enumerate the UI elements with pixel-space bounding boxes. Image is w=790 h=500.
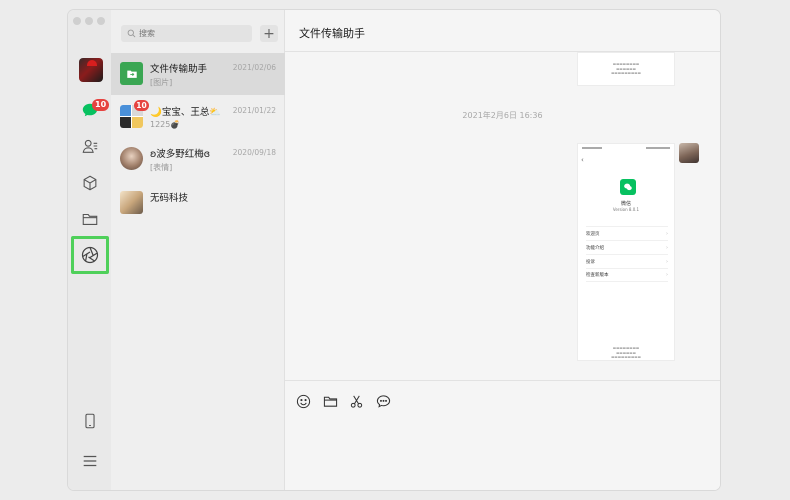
minimize-window-button[interactable] xyxy=(85,17,93,25)
chat-item-contact[interactable]: ʚ波多野红梅ɞ [表情] 2020/09/18 xyxy=(111,138,285,180)
chat-bubble-icon xyxy=(376,394,390,408)
close-window-button[interactable] xyxy=(73,17,81,25)
conversation-title: 文件传输助手 xyxy=(299,27,365,40)
about-menu-item[interactable]: 欢迎页 › xyxy=(586,226,668,240)
emoji-icon xyxy=(296,394,310,408)
chevron-right-icon: › xyxy=(666,258,668,265)
favorites-cube-icon[interactable] xyxy=(79,172,101,194)
emoji-button[interactable] xyxy=(295,393,311,409)
phone-icon[interactable] xyxy=(79,410,101,432)
conversation-pane: 文件传输助手 ▬▬▬▬▬▬▬▬ ▬▬▬▬▬▬ ▬▬▬▬▬▬▬▬▬ 2021年2月… xyxy=(285,10,720,490)
screenshot-button[interactable] xyxy=(348,393,364,409)
chat-preview: [表情] xyxy=(150,163,173,172)
avatar[interactable] xyxy=(79,58,103,82)
image-message-previous[interactable]: ▬▬▬▬▬▬▬▬ ▬▬▬▬▬▬ ▬▬▬▬▬▬▬▬▬ xyxy=(577,52,675,86)
chat-name: ʚ波多野红梅ɞ xyxy=(150,149,211,160)
chat-list-panel: + 文件传输助手 [图片] 2021/02/06 10 🌙宝宝、王总⛅ 1225… xyxy=(111,10,285,490)
chat-date: 2021/01/22 xyxy=(232,106,276,115)
chat-unread-badge: 10 xyxy=(92,99,110,111)
file-transfer-avatar xyxy=(120,62,143,85)
folder-icon[interactable] xyxy=(79,208,101,230)
window-controls xyxy=(73,17,105,25)
add-chat-button[interactable]: + xyxy=(260,25,278,42)
phone-status-bar xyxy=(582,147,670,151)
chat-date: 2021/02/06 xyxy=(232,63,276,72)
wuma-avatar xyxy=(120,191,143,214)
menu-icon[interactable] xyxy=(79,450,101,472)
message-composer xyxy=(285,380,720,490)
image-fine-print: ▬▬▬▬▬▬▬▬▬ xyxy=(611,355,641,359)
maximize-window-button[interactable] xyxy=(97,17,105,25)
chat-name: 文件传输助手 xyxy=(150,64,208,75)
chat-name: 🌙宝宝、王总⛅ xyxy=(150,107,222,118)
wechat-logo-icon xyxy=(620,179,636,195)
scissors-icon xyxy=(350,395,362,408)
image-fine-print: ▬▬▬▬▬▬▬▬▬ xyxy=(611,71,641,76)
chat-history-button[interactable] xyxy=(375,393,391,409)
message-timestamp: 2021年2月6日 16:36 xyxy=(462,111,543,120)
about-version: Version 8.0.1 xyxy=(612,207,640,212)
search-icon xyxy=(127,29,136,38)
chat-item-wuma[interactable]: 无码科技 xyxy=(111,182,285,224)
chat-preview: 1225💣 xyxy=(150,120,181,129)
moments-button[interactable] xyxy=(71,236,109,274)
plus-icon: + xyxy=(263,25,275,42)
about-app-name: 微信 xyxy=(620,201,631,207)
wechat-window: 10 + 文件传输助手 xyxy=(68,10,720,490)
sender-avatar[interactable] xyxy=(679,143,699,163)
about-footer: ▬▬▬▬▬▬▬▬ ▬▬▬▬▬▬ ▬▬▬▬▬▬▬▬▬ xyxy=(578,346,674,360)
image-message[interactable]: ‹ 微信 Version 8.0.1 欢迎页 › 功能介绍 › 投诉 › 检查新版本 ›… xyxy=(577,143,675,361)
about-menu-item[interactable]: 功能介绍 › xyxy=(586,240,668,254)
about-menu-item[interactable]: 检查新版本 › xyxy=(586,268,668,282)
chat-date: 2020/09/18 xyxy=(232,148,276,157)
search-box[interactable] xyxy=(121,25,252,42)
chat-name: 无码科技 xyxy=(150,193,189,204)
moments-aperture-icon xyxy=(81,246,99,264)
chat-item-file-transfer[interactable]: 文件传输助手 [图片] 2021/02/06 xyxy=(111,53,285,95)
send-file-button[interactable] xyxy=(322,393,338,409)
back-chevron-icon: ‹ xyxy=(581,156,584,164)
chevron-right-icon: › xyxy=(666,244,668,251)
folder-icon xyxy=(323,396,337,407)
contact-avatar xyxy=(120,147,143,170)
chevron-right-icon: › xyxy=(666,272,668,278)
search-input[interactable] xyxy=(139,29,239,38)
conversation-header: 文件传输助手 xyxy=(285,10,720,52)
chat-item-group[interactable]: 10 🌙宝宝、王总⛅ 1225💣 2021/01/22 xyxy=(111,96,285,138)
folder-arrow-icon xyxy=(126,70,137,78)
sidebar-rail: 10 xyxy=(68,10,111,490)
about-menu-item[interactable]: 投诉 › xyxy=(586,254,668,268)
chevron-right-icon: › xyxy=(666,230,668,237)
chat-preview: [图片] xyxy=(150,78,173,87)
unread-badge: 10 xyxy=(134,100,149,111)
contacts-icon[interactable] xyxy=(79,135,101,157)
